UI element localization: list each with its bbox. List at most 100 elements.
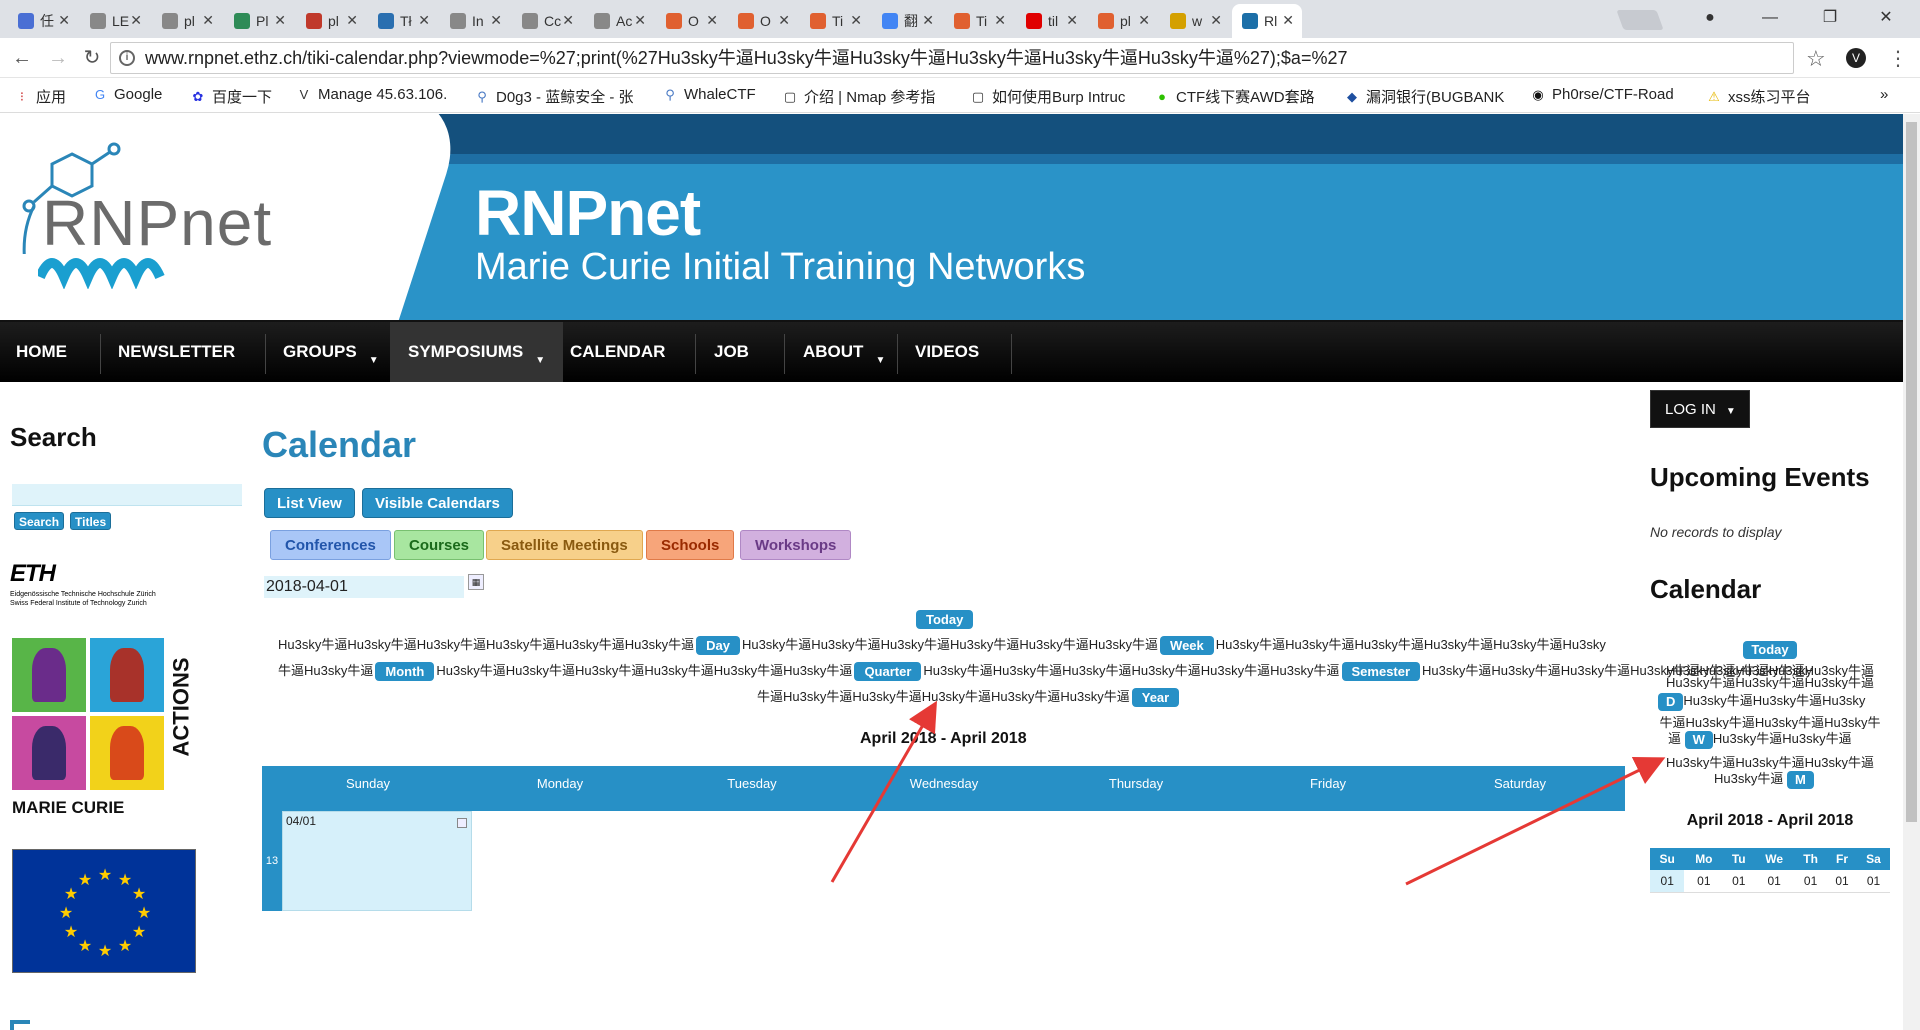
tab-close-icon[interactable]: ✕ xyxy=(778,12,790,29)
bookmark-item[interactable]: ◆ 漏洞银行(BUGBANK xyxy=(1344,86,1504,107)
browser-tab[interactable]: pl ✕ xyxy=(1088,4,1158,38)
mini-day[interactable]: 01 xyxy=(1754,870,1795,893)
week-button[interactable]: Week xyxy=(1160,636,1214,656)
browser-tab[interactable]: Ti ✕ xyxy=(944,4,1014,38)
browser-tab[interactable]: Rl ✕ xyxy=(1232,4,1302,38)
tab-close-icon[interactable]: ✕ xyxy=(274,12,286,29)
tab-close-icon[interactable]: ✕ xyxy=(202,12,214,29)
bookmark-item[interactable]: ▢ 如何使用Burp Intruc xyxy=(970,86,1126,107)
sidebar-day-button[interactable]: D xyxy=(1658,692,1684,711)
category-schools[interactable]: Schools xyxy=(646,530,735,560)
browser-tab[interactable]: 任 ✕ xyxy=(8,4,78,38)
info-icon[interactable]: i xyxy=(119,50,135,66)
browser-tab[interactable]: w ✕ xyxy=(1160,4,1230,38)
tab-close-icon[interactable]: ✕ xyxy=(418,12,430,29)
marie-curie-actions-logo[interactable]: MARIE CURIE ACTIONS xyxy=(12,638,194,817)
mini-day[interactable]: 01 xyxy=(1684,870,1724,893)
week-number[interactable]: 13 xyxy=(262,811,282,911)
category-satellite-meetings[interactable]: Satellite Meetings xyxy=(486,530,643,560)
titles-button[interactable]: Titles xyxy=(70,512,112,530)
tab-close-icon[interactable]: ✕ xyxy=(634,12,646,29)
browser-tab[interactable]: Ti ✕ xyxy=(800,4,870,38)
extension-icon[interactable]: V xyxy=(1846,48,1866,68)
mini-day[interactable]: 01 xyxy=(1827,870,1857,893)
add-event-icon[interactable] xyxy=(457,818,467,828)
bookmark-item[interactable]: ⁝ 应用 xyxy=(14,86,66,107)
tab-close-icon[interactable]: ✕ xyxy=(1138,12,1150,29)
browser-tab[interactable]: pl ✕ xyxy=(296,4,366,38)
close-window-button[interactable]: ✕ xyxy=(1866,4,1906,32)
bookmark-item[interactable]: ● CTF线下赛AWD套路 xyxy=(1154,86,1315,107)
quarter-button[interactable]: Quarter xyxy=(854,662,922,682)
month-button[interactable]: Month xyxy=(375,662,435,682)
profile-icon[interactable]: ● xyxy=(1690,4,1730,32)
tab-close-icon[interactable]: ✕ xyxy=(850,12,862,29)
calendar-picker-icon[interactable]: ▦ xyxy=(468,574,484,590)
search-button[interactable]: Search xyxy=(14,512,65,530)
scrollbar-thumb[interactable] xyxy=(1906,122,1917,822)
year-button[interactable]: Year xyxy=(1131,688,1180,708)
date-field[interactable]: 2018-04-01 xyxy=(264,576,464,598)
tab-close-icon[interactable]: ✕ xyxy=(706,12,718,29)
bookmark-item[interactable]: ◉ Ph0rse/CTF-Road xyxy=(1530,86,1673,103)
page-scrollbar[interactable] xyxy=(1903,114,1920,1030)
tab-close-icon[interactable]: ✕ xyxy=(1210,12,1222,29)
bookmark-item[interactable]: ⚲ D0g3 - 蓝鲸安全 - 张 xyxy=(474,86,633,107)
tab-close-icon[interactable]: ✕ xyxy=(130,12,142,29)
today-button[interactable]: Today xyxy=(916,610,974,629)
browser-tab[interactable]: Ac ✕ xyxy=(584,4,654,38)
bookmark-item[interactable]: ⚠ xss练习平台 xyxy=(1706,86,1810,107)
sidebar-week-button[interactable]: W xyxy=(1684,730,1713,749)
login-button[interactable]: LOG IN ▼ xyxy=(1650,390,1750,428)
category-workshops[interactable]: Workshops xyxy=(740,530,852,560)
bookmark-item[interactable]: ✿ 百度一下 xyxy=(190,86,272,107)
reload-button[interactable]: ↻ xyxy=(78,44,106,72)
tab-close-icon[interactable]: ✕ xyxy=(58,12,70,29)
tab-close-icon[interactable]: ✕ xyxy=(1066,12,1078,29)
new-tab-button[interactable] xyxy=(1616,10,1664,30)
calendar-day-cell[interactable]: 04/01 xyxy=(282,811,472,911)
mini-day[interactable]: 01 xyxy=(1794,870,1828,893)
sidebar-month-button[interactable]: M xyxy=(1786,770,1814,789)
eu-flag[interactable]: ★ ★ ★ ★ ★ ★ ★ ★ ★ ★ ★ ★ xyxy=(12,849,196,973)
browser-tab[interactable]: O ✕ xyxy=(656,4,726,38)
bookmarks-more-button[interactable]: » xyxy=(1880,86,1888,103)
tab-close-icon[interactable]: ✕ xyxy=(562,12,574,29)
tab-close-icon[interactable]: ✕ xyxy=(922,12,934,29)
address-bar[interactable]: i www.rnpnet.ethz.ch/tiki-calendar.php?v… xyxy=(110,42,1794,74)
visible-calendars-button[interactable]: Visible Calendars xyxy=(362,488,513,518)
eth-logo[interactable]: ETH Eidgenössische Technische Hochschule… xyxy=(10,560,156,608)
back-button[interactable]: ← xyxy=(8,44,36,72)
search-input[interactable] xyxy=(12,484,242,506)
browser-tab[interactable]: Cc ✕ xyxy=(512,4,582,38)
browser-tab[interactable]: O ✕ xyxy=(728,4,798,38)
mini-day[interactable]: 01 xyxy=(1857,870,1890,893)
browser-tab[interactable]: Tł ✕ xyxy=(368,4,438,38)
bookmark-item[interactable]: ▢ 介绍 | Nmap 参考指 xyxy=(782,86,936,107)
tab-close-icon[interactable]: ✕ xyxy=(490,12,502,29)
browser-tab[interactable]: LE ✕ xyxy=(80,4,150,38)
minimize-button[interactable]: — xyxy=(1750,4,1790,32)
semester-button[interactable]: Semester xyxy=(1341,662,1421,682)
category-courses[interactable]: Courses xyxy=(394,530,485,560)
bookmark-item[interactable]: ⚲ WhaleCTF xyxy=(662,86,755,103)
browser-tab[interactable]: pl ✕ xyxy=(152,4,222,38)
forward-button[interactable]: → xyxy=(44,44,72,72)
sidebar-today-button[interactable]: Today xyxy=(1743,640,1797,659)
browser-tab[interactable]: 翻 ✕ xyxy=(872,4,942,38)
tab-close-icon[interactable]: ✕ xyxy=(346,12,358,29)
category-conferences[interactable]: Conferences xyxy=(270,530,391,560)
mini-day[interactable]: 01 xyxy=(1650,870,1685,893)
tab-close-icon[interactable]: ✕ xyxy=(1282,12,1294,29)
restore-button[interactable]: ❐ xyxy=(1810,4,1850,32)
bookmark-item[interactable]: G Google xyxy=(92,86,162,103)
mini-day[interactable]: 01 xyxy=(1723,870,1755,893)
bookmark-item[interactable]: V Manage 45.63.106. xyxy=(296,86,448,103)
day-button[interactable]: Day xyxy=(696,636,740,656)
browser-tab[interactable]: In ✕ xyxy=(440,4,510,38)
chrome-menu-icon[interactable]: ⋮ xyxy=(1888,46,1908,71)
list-view-button[interactable]: List View xyxy=(264,488,355,518)
browser-tab[interactable]: til ✕ xyxy=(1016,4,1086,38)
browser-tab[interactable]: Pl ✕ xyxy=(224,4,294,38)
tab-close-icon[interactable]: ✕ xyxy=(994,12,1006,29)
